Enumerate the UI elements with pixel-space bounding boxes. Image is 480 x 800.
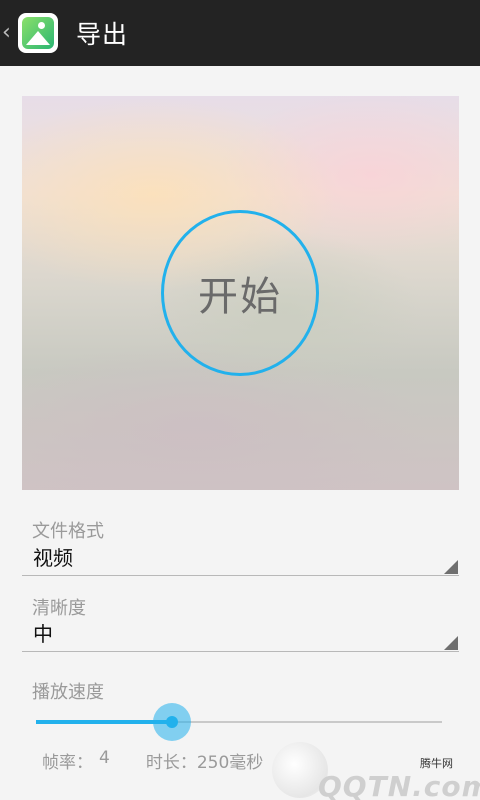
start-button-label: 开始 — [198, 274, 282, 320]
preview-image: 开始 — [22, 96, 459, 490]
watermark-site: 腾牛网 — [420, 757, 453, 770]
back-chevron-icon[interactable]: ‹ — [2, 22, 16, 44]
speed-slider[interactable] — [36, 700, 442, 744]
up-navigation[interactable]: ‹ — [0, 0, 66, 66]
dropdown-corner-icon — [444, 560, 458, 574]
fps-value: 4 — [99, 748, 110, 768]
fps-label: 帧率： — [42, 753, 93, 773]
app-icon-mountain — [26, 31, 50, 45]
stats-row: 帧率： 4 时长： 250毫秒 — [42, 748, 263, 773]
duration-value: 250毫秒 — [196, 753, 264, 773]
clarity-value: 中 — [33, 622, 53, 646]
format-spinner[interactable]: 视频 — [22, 536, 459, 576]
format-value: 视频 — [33, 546, 73, 570]
app-icon-sun — [38, 22, 45, 29]
clarity-spinner[interactable]: 中 — [22, 612, 459, 652]
slider-fill — [36, 720, 172, 724]
start-button[interactable]: 开始 — [161, 210, 319, 376]
page-title: 导出 — [76, 20, 129, 49]
watermark-brand: QQTN.com — [318, 770, 480, 800]
stats-spacer — [110, 748, 146, 773]
duration-label: 时长： — [145, 753, 197, 773]
gallery-landscape-icon[interactable] — [18, 13, 58, 53]
slider-thumb[interactable] — [166, 716, 178, 728]
dropdown-corner-icon — [444, 636, 458, 650]
action-bar: ‹ 导出 — [0, 0, 480, 66]
